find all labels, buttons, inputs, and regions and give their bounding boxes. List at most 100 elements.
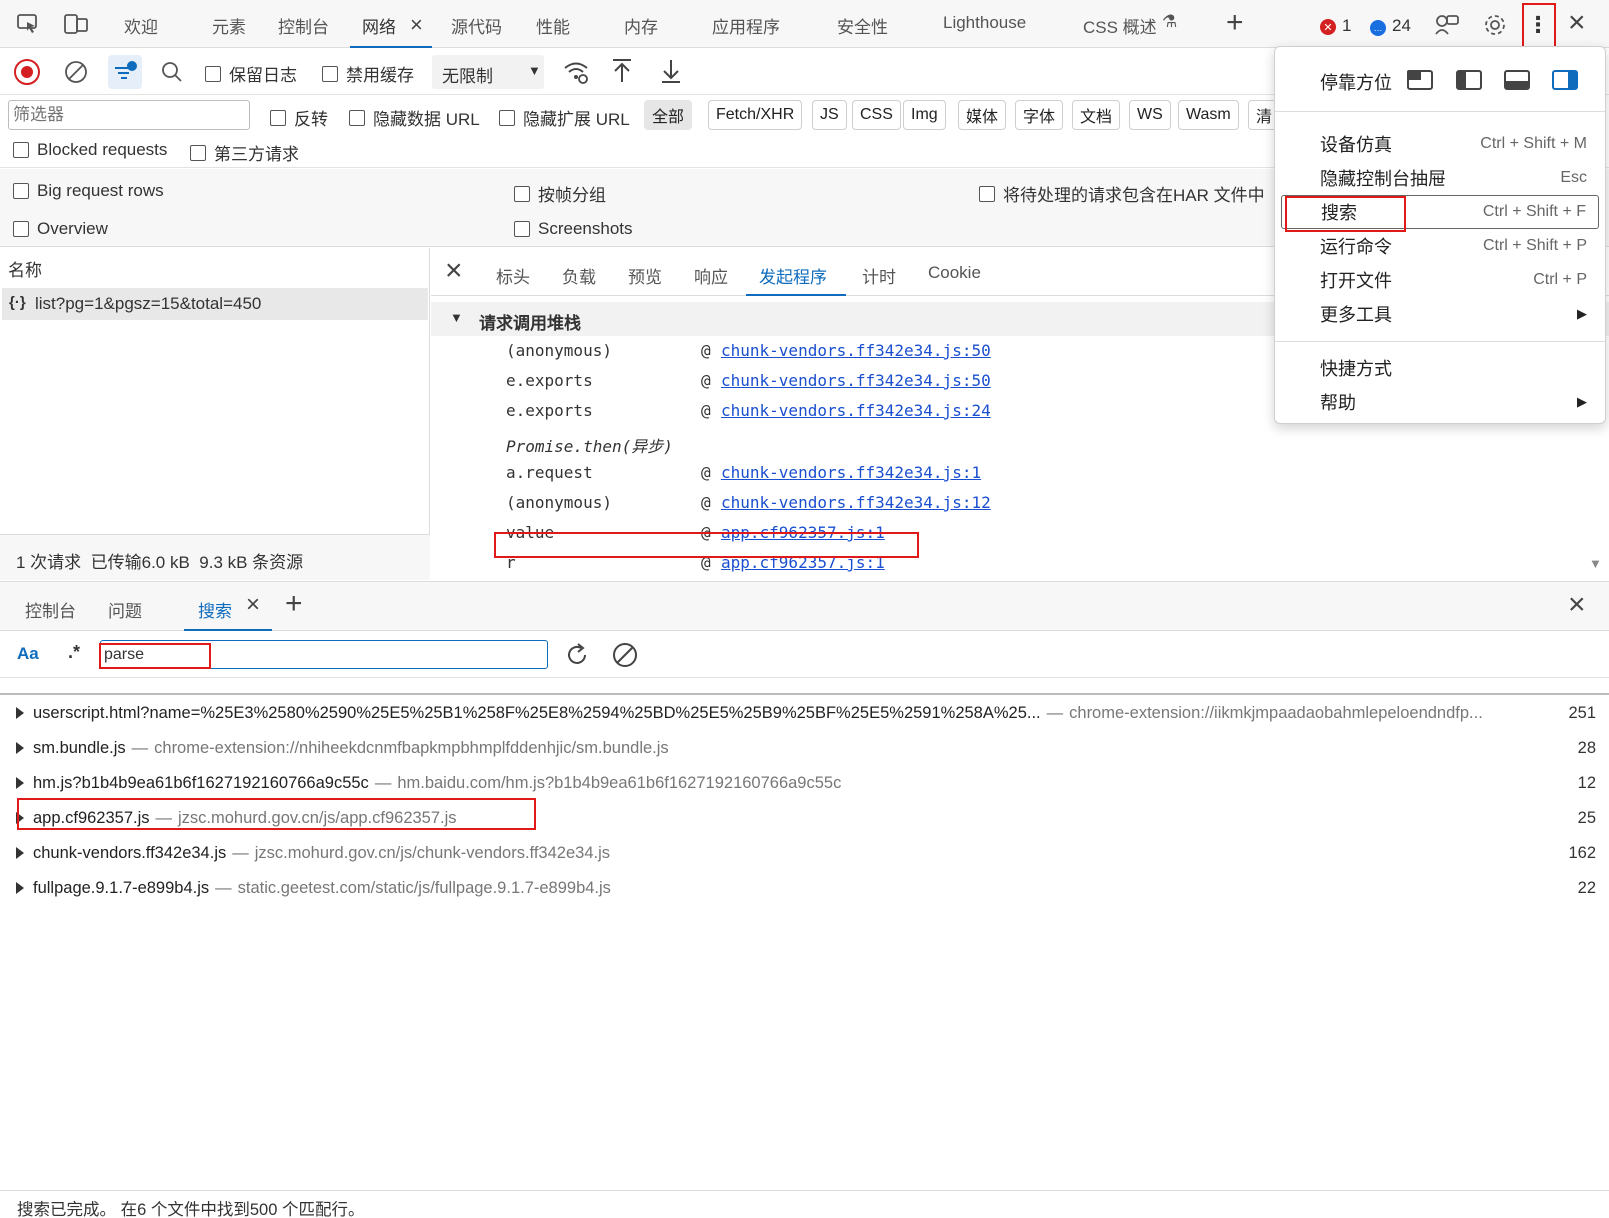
checkbox-icon[interactable] [13,221,29,237]
third-party-checkbox[interactable]: 第三方请求 [190,140,299,165]
menu-item-run-command[interactable]: 运行命令 Ctrl + Shift + P [1275,229,1605,263]
menu-item-hide-drawer[interactable]: 隐藏控制台抽屉 Esc [1275,161,1605,195]
hide-ext-url-checkbox[interactable]: 隐藏扩展 URL [499,105,630,130]
disable-cache-checkbox[interactable]: 禁用缓存 [322,61,414,86]
gear-icon[interactable] [1482,12,1508,38]
tab-sources[interactable]: 源代码 [451,13,502,38]
expand-triangle-icon[interactable] [16,812,24,824]
close-tab-icon[interactable]: × [410,12,423,38]
dock-left-icon[interactable] [1456,70,1482,90]
close-devtools-icon[interactable]: × [1568,6,1586,40]
type-filter-fetch[interactable]: Fetch/XHR [708,100,803,130]
expand-triangle-icon[interactable] [16,882,24,894]
dock-bottom-icon[interactable] [1504,70,1530,90]
checkbox-icon[interactable] [190,144,206,161]
tab-payload[interactable]: 负载 [562,263,596,288]
add-tab-icon[interactable]: + [285,587,303,621]
type-filter-all[interactable]: 全部 [644,100,693,130]
network-conditions-icon[interactable] [562,59,590,85]
frame-location-link[interactable]: app.cf962357.js:1 [721,523,885,542]
match-case-button[interactable]: Aa [17,644,39,664]
har-pending-checkbox[interactable]: 将待处理的请求包含在HAR 文件中 [979,181,1265,206]
more-options-icon[interactable]: ⋮ [1525,10,1551,40]
clear-icon[interactable] [63,59,89,85]
drawer-tab-console[interactable]: 控制台 [25,597,76,622]
regex-button[interactable]: .* [68,642,80,663]
tab-network[interactable]: 网络 × [350,0,432,48]
checkbox-icon[interactable] [349,109,365,126]
clear-search-icon[interactable] [611,641,639,669]
type-filter-img[interactable]: Img [903,100,946,130]
message-badge-icon[interactable]: … [1370,20,1386,36]
screenshots-checkbox[interactable]: Screenshots [514,219,633,239]
frame-location-link[interactable]: chunk-vendors.ff342e34.js:12 [721,493,991,512]
hide-data-url-checkbox[interactable]: 隐藏数据 URL [349,105,480,130]
tab-response[interactable]: 响应 [694,263,728,288]
result-file-row[interactable]: sm.bundle.js — chrome-extension://nhihee… [0,731,1609,765]
tab-headers[interactable]: 标头 [496,263,530,288]
throttle-select[interactable]: 无限制 ▼ [432,55,544,89]
tab-css-overview[interactable]: CSS 概述 [1083,13,1157,38]
menu-item-open-file[interactable]: 打开文件 Ctrl + P [1275,263,1605,297]
close-drawer-icon[interactable]: × [1568,588,1586,622]
frame-location-link[interactable]: chunk-vendors.ff342e34.js:50 [721,371,991,390]
expand-triangle-icon[interactable] [16,707,24,719]
feedback-icon[interactable] [1434,12,1460,36]
type-filter-wasm[interactable]: Wasm [1178,100,1239,130]
type-filter-media[interactable]: 媒体 [958,100,1007,130]
result-file-row[interactable]: fullpage.9.1.7-e899b4.js — static.geetes… [0,871,1609,905]
checkbox-icon[interactable] [514,185,530,202]
blocked-requests-checkbox[interactable]: Blocked requests [13,140,167,160]
group-by-frame-checkbox[interactable]: 按帧分组 [514,181,606,206]
tab-initiator[interactable]: 发起程序 [746,248,846,296]
tab-elements[interactable]: 元素 [212,13,246,38]
inspect-element-icon[interactable] [16,13,40,35]
expand-triangle-icon[interactable] [16,742,24,754]
scroll-down-icon[interactable]: ▼ [1589,556,1602,571]
checkbox-icon[interactable] [514,221,530,237]
search-input[interactable]: parse [100,640,548,669]
tab-console[interactable]: 控制台 [278,13,329,38]
menu-item-more-tools[interactable]: 更多工具 ▶ [1275,297,1605,331]
dock-right-icon[interactable] [1552,70,1578,90]
type-filter-doc[interactable]: 文档 [1072,100,1121,130]
type-filter-js[interactable]: JS [812,100,847,130]
filter-icon[interactable] [108,55,142,89]
add-tab-icon[interactable]: + [1226,6,1244,40]
export-har-icon[interactable] [659,57,683,85]
result-file-row[interactable]: userscript.html?name=%25E3%2580%2590%25E… [0,696,1609,730]
search-icon[interactable] [159,59,185,85]
expand-triangle-icon[interactable] [16,777,24,789]
big-rows-checkbox[interactable]: Big request rows [13,181,164,201]
message-count[interactable]: 24 [1392,16,1411,36]
tab-timing[interactable]: 计时 [862,263,896,288]
tab-security[interactable]: 安全性 [837,13,888,38]
tab-performance[interactable]: 性能 [536,13,570,38]
result-file-row[interactable]: app.cf962357.js — jzsc.mohurd.gov.cn/js/… [0,801,1609,835]
error-badge-icon[interactable]: ✕ [1320,19,1336,35]
filter-input[interactable] [8,100,250,130]
result-file-row[interactable]: chunk-vendors.ff342e34.js — jzsc.mohurd.… [0,836,1609,870]
menu-item-device-emulation[interactable]: 设备仿真 Ctrl + Shift + M [1275,127,1605,161]
frame-location-link[interactable]: chunk-vendors.ff342e34.js:24 [721,401,991,420]
type-filter-ws[interactable]: WS [1129,100,1171,130]
undock-icon[interactable] [1407,70,1433,90]
expand-triangle-icon[interactable] [16,847,24,859]
invert-checkbox[interactable]: 反转 [270,105,328,130]
tab-preview[interactable]: 预览 [628,263,662,288]
menu-item-search[interactable]: 搜索 Ctrl + Shift + F [1281,195,1599,229]
result-file-row[interactable]: hm.js?b1b4b9ea61b6f1627192160766a9c55c —… [0,766,1609,800]
checkbox-icon[interactable] [205,65,221,82]
close-detail-icon[interactable]: × [445,254,463,288]
frame-location-link[interactable]: app.cf962357.js:1 [721,553,885,572]
tab-memory[interactable]: 内存 [624,13,658,38]
tab-application[interactable]: 应用程序 [712,13,780,38]
checkbox-icon[interactable] [322,65,338,82]
menu-item-help[interactable]: 帮助 ▶ [1275,385,1605,419]
import-har-icon[interactable] [610,57,634,85]
checkbox-icon[interactable] [270,109,286,126]
frame-location-link[interactable]: chunk-vendors.ff342e34.js:1 [721,463,981,482]
error-count[interactable]: 1 [1342,16,1351,36]
checkbox-icon[interactable] [13,142,29,158]
checkbox-icon[interactable] [13,183,29,199]
